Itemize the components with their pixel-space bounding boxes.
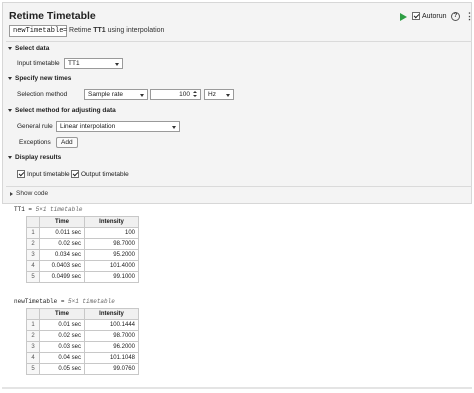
input-timetable-label: Input timetable — [17, 60, 60, 67]
general-rule-label: General rule — [17, 123, 53, 130]
output-header-newtimetable: newTimetable = 5×1 timetable — [14, 298, 115, 305]
chevron-down-icon — [8, 109, 12, 112]
section-adjust-method[interactable]: Select method for adjusting data — [8, 107, 116, 114]
bottom-divider — [2, 387, 472, 389]
column-header: Time — [39, 216, 85, 228]
input-timetable-dropdown[interactable]: TT1 — [64, 58, 123, 69]
table-row: 2 0.02 sec 98.7000 — [26, 238, 139, 250]
live-task-panel: Retime Timetable newTimetable = Retime T… — [2, 2, 474, 204]
exceptions-label: Exceptions — [19, 139, 51, 146]
table-row: 4 0.04 sec 101.1048 — [26, 352, 139, 364]
show-code-toggle[interactable]: Show code — [10, 190, 48, 197]
add-exception-button[interactable]: Add — [56, 137, 78, 148]
rate-unit-dropdown[interactable]: Hz — [204, 89, 234, 100]
sample-rate-spinner[interactable]: 100 — [150, 89, 201, 100]
table-row: 3 0.034 sec 95.2000 — [26, 249, 139, 261]
chevron-down-icon — [8, 156, 12, 159]
table-row: 2 0.02 sec 98.7000 — [26, 330, 139, 342]
general-rule-dropdown[interactable]: Linear interpolation — [56, 121, 180, 132]
checkbox-checked-icon[interactable] — [17, 170, 25, 178]
section-select-data[interactable]: Select data — [8, 45, 49, 52]
chevron-down-icon — [172, 125, 176, 129]
table-row: 5 0.05 sec 99.0760 — [26, 363, 139, 375]
output-timetable-checkbox[interactable]: Output timetable — [71, 170, 129, 178]
run-icon[interactable] — [400, 13, 407, 21]
autorun-checkbox[interactable]: Autorun — [412, 12, 447, 20]
chevron-down-icon — [8, 47, 12, 50]
chevron-down-icon — [140, 93, 144, 97]
selection-method-label: Selection method — [17, 91, 68, 98]
selection-method-dropdown[interactable]: Sample rate — [84, 89, 148, 100]
spinner-arrows-icon[interactable] — [192, 90, 199, 99]
column-header: Intensity — [84, 216, 139, 228]
table-row: 5 0.0499 sec 99.1000 — [26, 271, 139, 283]
divider — [6, 41, 472, 42]
timetable-tt1: Time Intensity 1 0.011 sec 100 2 0.02 sec 98… — [26, 216, 139, 283]
chevron-down-icon — [8, 77, 12, 80]
input-timetable-checkbox[interactable]: Input timetable — [17, 170, 70, 178]
divider — [6, 186, 472, 187]
checkbox-checked-icon[interactable] — [412, 12, 420, 20]
table-row: 1 0.01 sec 100.1444 — [26, 319, 139, 331]
checkbox-checked-icon[interactable] — [71, 170, 79, 178]
output-header-tt1: TT1 = 5×1 timetable — [14, 206, 83, 213]
column-header: Intensity — [84, 308, 139, 320]
table-row: 1 0.011 sec 100 — [26, 227, 139, 239]
chevron-down-icon — [226, 93, 230, 97]
task-title: Retime Timetable — [9, 10, 96, 22]
table-row: 3 0.03 sec 96.2000 — [26, 341, 139, 353]
table-row: 4 0.0403 sec 101.4000 — [26, 260, 139, 272]
help-icon[interactable]: ? — [451, 12, 460, 21]
timetable-newtimetable: Time Intensity 1 0.01 sec 100.1444 2 0.02 s… — [26, 308, 139, 375]
chevron-right-icon — [10, 191, 13, 196]
chevron-down-icon — [115, 62, 119, 66]
section-specify-new-times[interactable]: Specify new times — [8, 75, 71, 82]
column-header: Time — [39, 308, 85, 320]
section-display-results[interactable]: Display results — [8, 154, 61, 161]
task-summary: = Retime TT1 using interpolation — [63, 27, 165, 34]
more-options-icon[interactable]: ⋮ — [465, 11, 474, 21]
output-variable-field[interactable]: newTimetable — [9, 25, 68, 37]
